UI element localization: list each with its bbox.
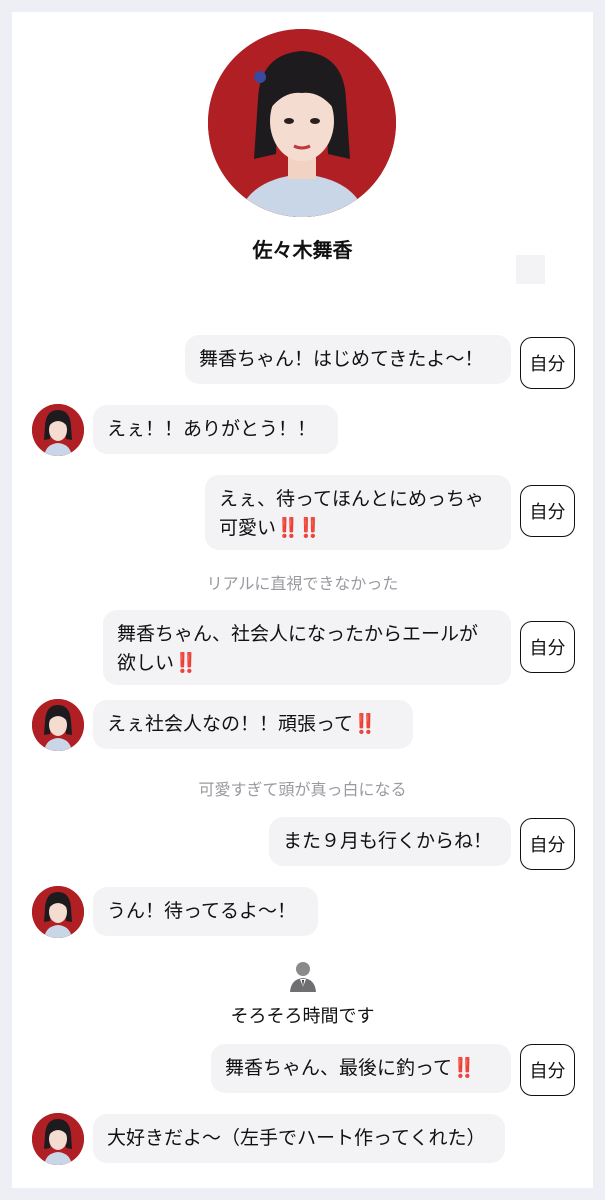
- message-line: えぇ、待ってほんとにめっちゃ: [219, 488, 485, 510]
- exclamation-emoji: ‼️: [353, 713, 377, 735]
- profile-avatar[interactable]: [208, 29, 396, 217]
- message-bubble-self: えぇ、待ってほんとにめっちゃ 可愛い‼️‼️: [205, 475, 511, 550]
- self-tag[interactable]: 自分: [520, 485, 575, 537]
- message-text: 欲しい: [117, 652, 175, 674]
- placeholder-box: [516, 255, 545, 284]
- message-bubble-self: また９月も行くからね！: [269, 817, 511, 866]
- sender-avatar[interactable]: [32, 1113, 84, 1165]
- message-bubble-other: うん！待ってるよ〜！: [93, 887, 318, 936]
- person-in-suit-icon: [288, 960, 318, 992]
- self-tag[interactable]: 自分: [520, 337, 575, 389]
- exclamation-emoji: ‼️: [452, 1057, 476, 1079]
- narration-note: 可愛すぎて頭が真っ白になる: [198, 780, 407, 799]
- system-message: そろそろ時間です: [230, 1006, 375, 1027]
- profile-name: 佐々木舞香: [252, 238, 353, 262]
- sender-avatar[interactable]: [32, 404, 84, 456]
- message-line: 可愛い‼️‼️: [219, 514, 497, 543]
- message-line: 欲しい‼️: [117, 649, 497, 678]
- narration-note: リアルに直視できなかった: [206, 574, 399, 593]
- exclamation-emoji: ‼️: [174, 652, 198, 674]
- message-bubble-self: 舞香ちゃん！はじめてきたよ〜！: [185, 335, 511, 384]
- message-text: 舞香ちゃん、最後に釣って: [225, 1057, 453, 1079]
- message-bubble-other: えぇ社会人なの！！頑張って‼️: [93, 700, 413, 749]
- message-bubble-self: 舞香ちゃん、最後に釣って‼️: [211, 1044, 511, 1093]
- self-tag[interactable]: 自分: [520, 1044, 575, 1096]
- self-tag[interactable]: 自分: [520, 621, 575, 673]
- exclamation-emoji: ‼️‼️: [276, 517, 321, 539]
- chat-card: 佐々木舞香 舞香ちゃん！はじめてきたよ〜！ 自分 えぇ！！ありがとう！！ えぇ、…: [12, 12, 593, 1188]
- sender-avatar[interactable]: [32, 699, 84, 751]
- avatar-image: [32, 699, 84, 751]
- avatar-image: [32, 404, 84, 456]
- avatar-image: [32, 1113, 84, 1165]
- message-text: えぇ社会人なの！！頑張って: [107, 713, 354, 735]
- message-bubble-other: 大好きだよ〜（左手でハート作ってくれた）: [93, 1114, 505, 1163]
- self-tag[interactable]: 自分: [520, 818, 575, 870]
- message-text: 可愛い: [219, 517, 277, 539]
- portrait-illustration: [208, 29, 396, 217]
- message-bubble-self: 舞香ちゃん、社会人になったからエールが 欲しい‼️: [103, 610, 511, 685]
- message-bubble-other: えぇ！！ありがとう！！: [93, 405, 338, 454]
- avatar-image: [32, 886, 84, 938]
- sender-avatar[interactable]: [32, 886, 84, 938]
- message-line: 舞香ちゃん、社会人になったからエールが: [117, 623, 479, 645]
